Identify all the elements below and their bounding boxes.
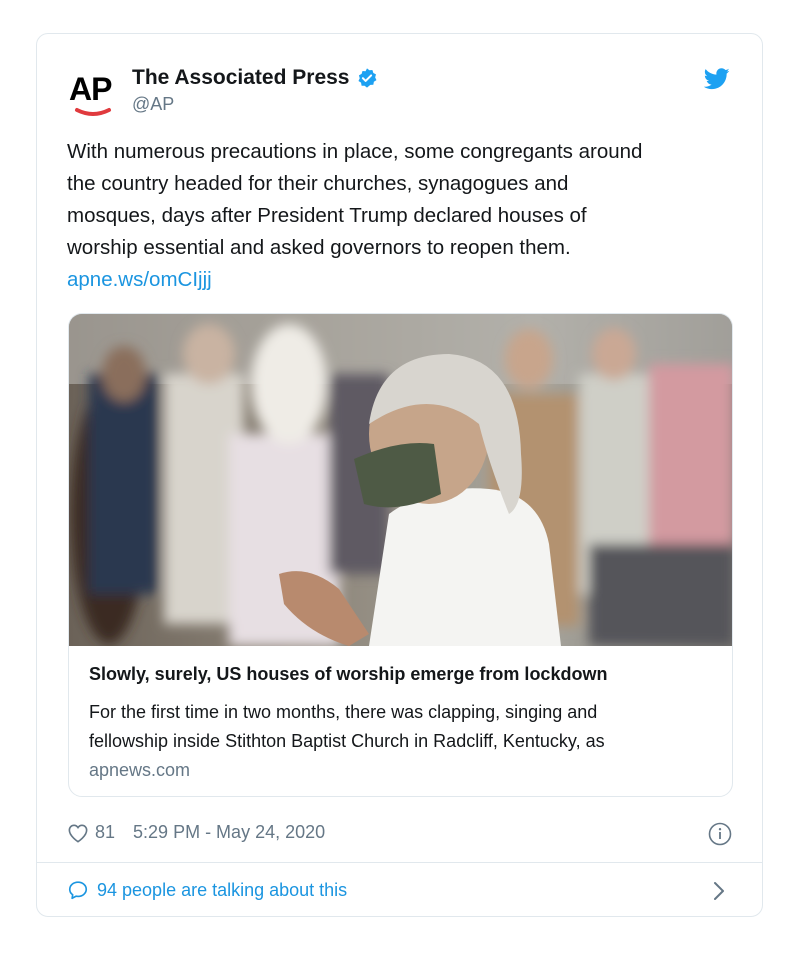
conversation-label: 94 people are talking about this	[97, 879, 348, 900]
author-block: The Associated Press @AP	[132, 66, 378, 115]
ap-logo[interactable]: AP	[69, 70, 117, 120]
verified-badge-icon	[357, 68, 376, 88]
conversation-link[interactable]: 94 people are talking about this	[67, 879, 347, 901]
card-image[interactable]	[69, 314, 733, 646]
speech-bubble-icon	[68, 881, 88, 900]
chevron-right-icon[interactable]	[712, 880, 726, 902]
account-name[interactable]: The Associated Press	[132, 66, 350, 90]
tweet-text: With numerous precautions in place, some…	[67, 136, 737, 296]
account-handle[interactable]: @AP	[132, 94, 378, 115]
heart-icon	[68, 823, 88, 843]
tweet-link[interactable]: apne.ws/omCIjjj	[67, 268, 212, 291]
name-row: The Associated Press	[132, 66, 378, 90]
tweet-meta: 81 5:29 PM - May 24, 2020	[67, 822, 325, 843]
card-domain: apnews.com	[89, 760, 191, 780]
card-title[interactable]: Slowly, surely, US houses of worship eme…	[89, 664, 607, 685]
like-button[interactable]: 81	[67, 822, 115, 843]
tweet-body: With numerous precautions in place, some…	[67, 140, 643, 259]
tweet-embed: AP The Associated Press @AP With numerou…	[36, 33, 763, 917]
twitter-bird-icon[interactable]	[704, 68, 730, 90]
ap-logo-text: AP	[69, 71, 112, 107]
like-count: 81	[95, 822, 116, 842]
card-description: For the first time in two months, there …	[89, 702, 605, 751]
timestamp[interactable]: 5:29 PM - May 24, 2020	[133, 822, 325, 843]
link-card[interactable]: Slowly, surely, US houses of worship eme…	[68, 313, 733, 797]
info-icon[interactable]	[708, 822, 732, 846]
divider	[37, 862, 762, 863]
